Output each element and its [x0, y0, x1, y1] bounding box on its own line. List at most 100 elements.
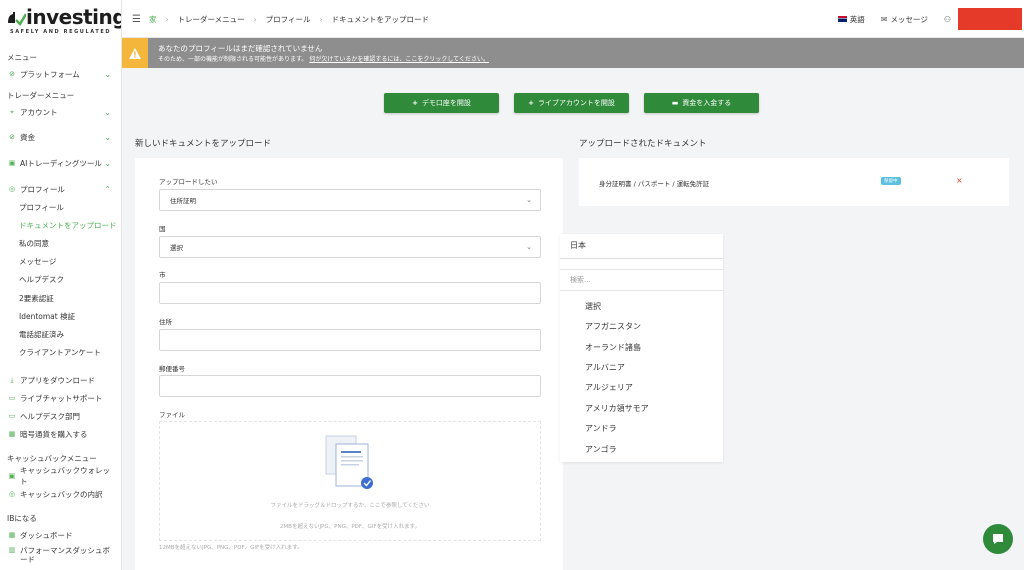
- upload-section-title: 新しいドキュメントをアップロード: [135, 139, 272, 149]
- profile-icon: ◎: [8, 185, 16, 193]
- country-option[interactable]: アルバニア: [585, 362, 625, 373]
- file-dropzone[interactable]: ファイルをドラッグ＆ドロップするか、ここで参照してください 2MBを超えないJP…: [159, 421, 541, 541]
- button-label: デモ口座を開設: [421, 99, 471, 107]
- chevron-down-icon: ⌄: [104, 107, 111, 117]
- sidebar-sub-helpdesk[interactable]: ヘルプデスク: [19, 274, 64, 285]
- sidebar-sub-phone-verified[interactable]: 電話認証済み: [19, 329, 64, 340]
- sidebar-section-cashback: キャッシュバックメニュー: [7, 454, 97, 463]
- plus-icon: +: [528, 99, 534, 107]
- chat-icon: ▭: [8, 394, 16, 402]
- file-size-hint: 12MBを超えないJPG、PNG、PDF、GIFを受け入れます。: [159, 545, 303, 551]
- chevron-down-icon: ⌄: [526, 196, 532, 204]
- sidebar-item-label: アプリをダウンロード: [20, 375, 95, 385]
- ai-icon: ▣: [8, 159, 16, 167]
- alert-title: あなたのプロフィールはまだ確認されていません: [158, 44, 323, 53]
- sidebar-item-account[interactable]: ⌖ アカウント ⌄: [7, 105, 117, 119]
- details-icon: ◎: [8, 490, 16, 498]
- sidebar-item-label: 暗号通貨を購入する: [20, 429, 88, 439]
- sidebar-item-helpdesk-dept[interactable]: ▭ ヘルプデスク部門: [7, 409, 117, 423]
- language-label: 英語: [849, 14, 865, 24]
- breadcrumb-separator-icon: ›: [319, 15, 323, 24]
- country-search-input[interactable]: 検索...: [560, 269, 723, 291]
- topbar-right: 英語 ✉ メッセージ ⚇: [837, 0, 1024, 38]
- logo[interactable]: investing SAFELY AND REGULATED: [6, 4, 121, 38]
- sidebar-item-buy-crypto[interactable]: ▦ 暗号通貨を購入する: [7, 427, 117, 441]
- sidebar-item-cashback-wallet[interactable]: ▣ キャッシュバックウォレット: [7, 466, 117, 486]
- logo-text: investing: [26, 5, 122, 29]
- sidebar-sub-identomat[interactable]: Identomat 検証: [19, 311, 75, 322]
- country-option[interactable]: アフガニスタン: [585, 321, 641, 332]
- open-live-account-button[interactable]: + ライブアカウントを開設: [514, 93, 629, 113]
- sidebar-section-trader: トレーダーメニュー: [7, 91, 75, 100]
- sidebar-sub-upload-documents[interactable]: ドキュメントをアップロード: [19, 220, 117, 231]
- sidebar-item-dashboard[interactable]: ▦ ダッシュボード: [7, 528, 117, 542]
- warning-icon: [122, 38, 148, 68]
- sidebar-sub-survey[interactable]: クライアントアンケート: [19, 347, 101, 358]
- sidebar-sub-profile[interactable]: プロフィール: [19, 202, 64, 213]
- platform-icon: ⊘: [9, 70, 15, 78]
- upload-type-select[interactable]: 住所証明 ⌄: [159, 189, 541, 211]
- breadcrumb-profile[interactable]: プロフィール: [266, 14, 311, 25]
- alert-check-link[interactable]: 何が欠けているかを確認するには、ここをクリックしてください。: [309, 56, 489, 63]
- postal-code-label: 郵便番号: [159, 365, 185, 373]
- breadcrumb-trader-menu[interactable]: トレーダーメニュー: [177, 14, 244, 25]
- country-label: 国: [159, 225, 166, 233]
- breadcrumb-home[interactable]: 家: [149, 14, 157, 25]
- alert-subtext-body: そのため、一部の機能が制限される可能性があります。: [158, 56, 308, 63]
- breadcrumb-current: ドキュメントをアップロード: [331, 15, 430, 24]
- country-option[interactable]: アンドラ: [585, 423, 617, 434]
- country-option[interactable]: アメリカ領サモア: [585, 403, 649, 414]
- sidebar-item-label: AIトレーディングツール: [20, 158, 102, 168]
- open-demo-account-button[interactable]: + デモ口座を開設: [384, 93, 499, 113]
- logo-mark-icon: [8, 12, 26, 26]
- address-input[interactable]: [159, 329, 541, 351]
- hamburger-menu-icon[interactable]: ☰: [132, 14, 141, 25]
- sidebar-item-download-app[interactable]: ⤓ アプリをダウンロード: [7, 373, 117, 387]
- dropzone-instruction: ファイルをドラッグ＆ドロップするか、ここで参照してください: [270, 503, 430, 509]
- helpdesk-icon: ▭: [8, 412, 16, 420]
- sidebar-item-performance-dashboard[interactable]: ▥ パフォーマンスダッシュボード: [7, 546, 117, 568]
- chevron-down-icon: ⌄: [104, 69, 111, 79]
- sidebar-item-cashback-details[interactable]: ◎ キャッシュバックの内訳: [7, 487, 117, 501]
- user-menu[interactable]: ⚇: [944, 15, 954, 24]
- sidebar-item-profile[interactable]: ◎ プロフィール ⌃: [7, 182, 117, 196]
- sidebar-item-live-chat[interactable]: ▭ ライブチャットサポート: [7, 391, 117, 405]
- country-option[interactable]: アンゴラ: [585, 444, 617, 455]
- country-option[interactable]: オーランド諸島: [585, 342, 641, 353]
- sidebar-sub-2fa[interactable]: 2要素認証: [19, 293, 54, 304]
- uploaded-section-title: アップロードされたドキュメント: [579, 139, 707, 149]
- crypto-icon: ▦: [8, 430, 16, 438]
- sidebar-item-label: パフォーマンスダッシュボード: [20, 546, 110, 564]
- sidebar-sub-consents[interactable]: 私の同意: [19, 238, 49, 249]
- address-label: 住所: [159, 318, 172, 326]
- alert-subtext: そのため、一部の機能が制限される可能性があります。 何が欠けているかを確認するに…: [158, 54, 489, 63]
- divider: [560, 258, 723, 259]
- breadcrumb-separator-icon: ›: [165, 15, 169, 24]
- account-icon: ⌖: [10, 107, 14, 116]
- delete-icon[interactable]: ×: [956, 176, 963, 185]
- sidebar-item-label: キャッシュバックの内訳: [20, 489, 103, 499]
- country-dropdown-selected[interactable]: 日本: [570, 240, 586, 251]
- sidebar-item-label: プラットフォーム: [20, 69, 80, 79]
- sidebar-item-funds[interactable]: ⊘ 資金 ⌄: [7, 130, 117, 144]
- postal-code-input[interactable]: [159, 375, 541, 397]
- deposit-funds-button[interactable]: ▬ 資金を入金する: [644, 93, 759, 113]
- plus-icon: +: [412, 99, 418, 107]
- user-icon: ⚇: [943, 14, 951, 24]
- card-icon: ▬: [671, 99, 679, 107]
- sidebar-item-platform[interactable]: ⊘ プラットフォーム ⌄: [7, 67, 117, 81]
- sidebar-section-ib: IBになる: [7, 514, 37, 523]
- uploaded-document-row: 身分証明書 / パスポート / 運転免許証 保留中 ×: [579, 158, 1009, 206]
- country-option[interactable]: アルジェリア: [585, 382, 633, 393]
- sidebar-sub-messages[interactable]: メッセージ: [19, 256, 56, 267]
- city-input[interactable]: [159, 282, 541, 304]
- country-select[interactable]: 選択 ⌄: [159, 236, 541, 258]
- language-selector[interactable]: 英語: [837, 14, 865, 25]
- messages-link[interactable]: ✉ メッセージ: [881, 14, 928, 25]
- country-option[interactable]: 選択: [585, 301, 601, 312]
- download-icon: ⤓: [10, 375, 14, 384]
- file-label: ファイル: [159, 411, 185, 419]
- sidebar-item-ai-tools[interactable]: ▣ AIトレーディングツール ⌄: [7, 156, 117, 170]
- upload-type-label: アップロードしたい: [159, 178, 218, 186]
- live-chat-button[interactable]: [983, 524, 1013, 554]
